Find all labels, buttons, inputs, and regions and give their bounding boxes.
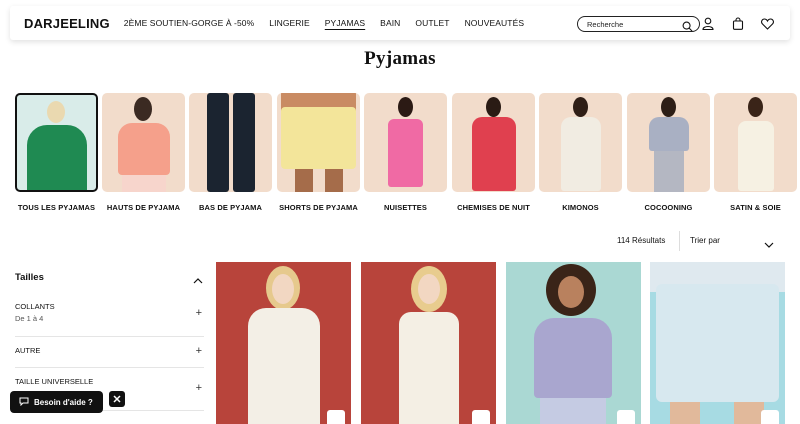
top-navigation-bar: DARJEELING 2ÈME SOUTIEN-GORGE À -50% LIN…: [10, 6, 790, 40]
category-image: [277, 93, 360, 192]
filter-section-title[interactable]: Tailles: [15, 272, 44, 283]
add-to-wishlist-icon[interactable]: [761, 410, 779, 424]
search-icon[interactable]: [682, 19, 693, 37]
category-image: [452, 93, 535, 192]
category-label: SATIN & SOIE: [730, 203, 781, 212]
product-card[interactable]: [506, 262, 641, 424]
filter-item-name: AUTRE: [15, 346, 41, 355]
nav-item-lingerie[interactable]: LINGERIE: [269, 18, 309, 28]
filter-item-name: TAILLE UNIVERSELLE: [15, 377, 94, 386]
divider: [679, 231, 680, 251]
help-label: Besoin d'aide ?: [34, 397, 93, 407]
category-chemises-de-nuit[interactable]: CHEMISES DE NUIT: [452, 93, 535, 212]
nav-item-second-bra-offer[interactable]: 2ÈME SOUTIEN-GORGE À -50%: [124, 18, 255, 28]
category-nuisettes[interactable]: NUISETTES: [364, 93, 447, 212]
plus-icon[interactable]: +: [196, 345, 202, 357]
chevron-down-icon[interactable]: [764, 236, 774, 254]
main-nav: 2ÈME SOUTIEN-GORGE À -50% LINGERIE PYJAM…: [124, 18, 539, 28]
search-input[interactable]: [587, 19, 679, 29]
help-chat-button[interactable]: Besoin d'aide ?: [10, 391, 103, 413]
plus-icon[interactable]: +: [196, 382, 202, 394]
category-image: [102, 93, 185, 192]
category-image: [627, 93, 710, 192]
category-shorts-de-pyjama[interactable]: SHORTS DE PYJAMA: [277, 93, 360, 212]
close-help-button[interactable]: [109, 391, 125, 407]
nav-item-outlet[interactable]: OUTLET: [415, 18, 449, 28]
product-card[interactable]: [216, 262, 351, 424]
nav-item-bain[interactable]: BAIN: [380, 18, 400, 28]
chat-bubble-icon: [19, 397, 29, 408]
category-kimonos[interactable]: KIMONOS: [539, 93, 622, 212]
category-cocooning[interactable]: COCOONING: [627, 93, 710, 212]
category-image: [15, 93, 98, 192]
category-hauts-de-pyjama[interactable]: HAUTS DE PYJAMA: [102, 93, 185, 212]
category-image: [189, 93, 272, 192]
filter-item-sub: De 1 à 4: [15, 314, 44, 323]
results-count: 114 Résultats: [617, 236, 666, 245]
category-tous-les-pyjamas[interactable]: TOUS LES PYJAMAS: [15, 93, 98, 212]
category-image: [364, 93, 447, 192]
filter-item-name: COLLANTS: [15, 302, 55, 311]
close-icon: [113, 390, 121, 408]
category-satin-et-soie[interactable]: SATIN & SOIE: [714, 93, 797, 212]
filter-item-autre[interactable]: AUTRE +: [15, 345, 204, 368]
chevron-up-icon[interactable]: [193, 272, 203, 290]
filter-item-collants[interactable]: COLLANTS De 1 à 4 +: [15, 302, 204, 337]
product-card[interactable]: [650, 262, 785, 424]
search-box[interactable]: [577, 16, 700, 32]
add-to-wishlist-icon[interactable]: [617, 410, 635, 424]
add-to-wishlist-icon[interactable]: [472, 410, 490, 424]
account-icon[interactable]: [702, 17, 714, 35]
page-title: Pyjamas: [364, 48, 436, 69]
product-card[interactable]: [361, 262, 496, 424]
plus-icon[interactable]: +: [196, 307, 202, 319]
heart-icon[interactable]: [761, 17, 774, 35]
category-image: [714, 93, 797, 192]
category-image: [539, 93, 622, 192]
add-to-wishlist-icon[interactable]: [327, 410, 345, 424]
bag-icon[interactable]: [732, 17, 744, 35]
category-bas-de-pyjama[interactable]: BAS DE PYJAMA: [189, 93, 272, 212]
nav-item-pyjamas[interactable]: PYJAMAS: [325, 18, 365, 28]
sort-dropdown-label[interactable]: Trier par: [690, 236, 720, 245]
brand-logo[interactable]: DARJEELING: [24, 16, 110, 31]
nav-item-nouveautes[interactable]: NOUVEAUTÉS: [465, 18, 525, 28]
